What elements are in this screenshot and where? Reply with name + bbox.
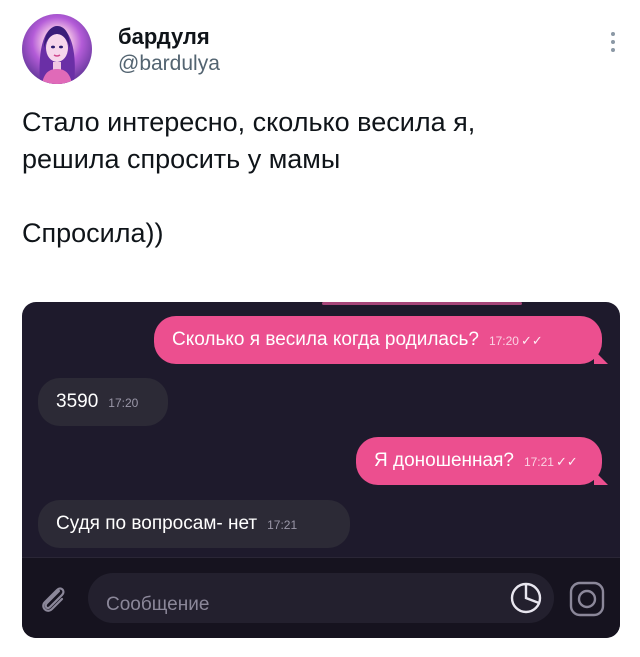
tweet-line: Стало интересно, сколько весила я, (22, 107, 476, 137)
message-placeholder: Сообщение (106, 594, 210, 615)
avatar-image (39, 26, 75, 84)
message-text: 3590 (56, 391, 99, 412)
sticker-icon[interactable] (508, 580, 544, 616)
bubble-tail (594, 350, 608, 364)
message-outgoing[interactable]: Я доношенная? 17:21 ✓✓ (356, 437, 602, 485)
avatar[interactable] (22, 14, 92, 84)
message-text: Я доношенная? (374, 450, 514, 471)
divider (322, 302, 522, 305)
author-handle[interactable]: @bardulya (118, 52, 220, 76)
double-check-icon: ✓✓ (555, 454, 578, 469)
paperclip-icon[interactable] (36, 582, 70, 616)
tweet-header: бардуля @bardulya (22, 14, 622, 84)
chat-screenshot[interactable]: Сколько я весила когда родилась? 17:20 ✓✓ … (22, 302, 620, 638)
message-time: 17:21 (523, 455, 554, 469)
message-time: 17:20 (488, 334, 519, 348)
author-name[interactable]: бардуля (118, 24, 210, 50)
bubble-tail (594, 471, 608, 485)
tweet-line: решила спросить у мамы (22, 144, 341, 174)
message-text: Сколько я весила когда родилась? (172, 329, 479, 350)
message-outgoing[interactable]: Сколько я весила когда родилась? 17:20 ✓✓ (154, 316, 602, 364)
message-text: Судя по вопросам- нет (56, 513, 258, 534)
double-check-icon: ✓✓ (520, 333, 543, 348)
tweet-line: Спросила)) (22, 218, 164, 248)
tweet-text: Стало интересно, сколько весила я, решил… (22, 104, 622, 252)
message-time: 17:21 (267, 518, 298, 532)
message-time: 17:20 (108, 396, 139, 410)
message-incoming[interactable]: 3590 17:20 (38, 378, 168, 426)
message-composer: Сообщение (22, 557, 620, 638)
more-options-icon[interactable] (610, 32, 616, 58)
camera-icon[interactable] (568, 580, 606, 618)
message-incoming[interactable]: Судя по вопросам- нет 17:21 (38, 500, 350, 548)
